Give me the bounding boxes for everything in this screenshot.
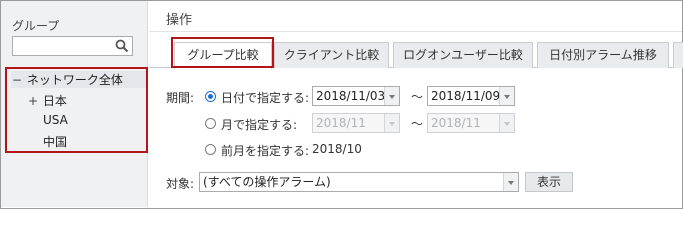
show-button[interactable]: 表示 bbox=[525, 172, 573, 192]
tab-logon-user-compare[interactable]: ログオンユーザー比較 bbox=[393, 42, 533, 68]
group-sidebar: グループ − ネットワーク全体 + 日本 USA 中国 bbox=[1, 1, 148, 207]
range-separator: 〜 bbox=[411, 90, 424, 104]
collapse-toggle-icon[interactable]: − bbox=[11, 73, 23, 87]
chevron-down-icon[interactable] bbox=[384, 114, 399, 132]
date-to-value: 2018/11/09 bbox=[431, 89, 501, 103]
tree-item-japan[interactable]: + 日本 bbox=[27, 92, 67, 109]
target-label: 対象: bbox=[166, 177, 195, 191]
chevron-down-icon[interactable] bbox=[384, 87, 399, 105]
tree-item-label: 日本 bbox=[42, 94, 67, 108]
radio-by-month-label: 月で指定する: bbox=[221, 118, 298, 132]
chevron-down-icon[interactable] bbox=[503, 173, 518, 191]
tree-item-china[interactable]: 中国 bbox=[43, 133, 67, 150]
selected-tab-highlight bbox=[171, 37, 274, 68]
operation-panel: 操作 グループ比較 クライアント比較 ログオンユーザー比較 日付別アラーム推移 … bbox=[149, 1, 683, 207]
month-to-value: 2018/11 bbox=[431, 116, 481, 130]
radio-by-month[interactable] bbox=[205, 118, 216, 129]
tree-item-label: 中国 bbox=[43, 135, 68, 149]
page-title: 操作 bbox=[166, 13, 193, 28]
radio-previous-month-label: 前月を指定する: bbox=[221, 144, 310, 158]
group-search-input[interactable] bbox=[12, 36, 133, 56]
date-from-select[interactable]: 2018/11/03 bbox=[312, 86, 400, 106]
tree-item-usa[interactable]: USA bbox=[43, 113, 68, 127]
month-to-select[interactable]: 2018/11 bbox=[427, 113, 515, 133]
month-from-select[interactable]: 2018/11 bbox=[312, 113, 400, 133]
radio-by-date-label: 日付で指定する: bbox=[221, 91, 310, 105]
group-tree: − ネットワーク全体 + 日本 USA 中国 bbox=[5, 67, 148, 153]
radio-by-date[interactable] bbox=[205, 91, 216, 102]
previous-month-value: 2018/10 bbox=[312, 142, 362, 156]
radio-previous-month[interactable] bbox=[205, 144, 216, 155]
expand-toggle-icon[interactable]: + bbox=[27, 94, 39, 108]
tree-item-label: ネットワーク全体 bbox=[26, 73, 123, 87]
target-value: (すべての操作アラーム) bbox=[203, 175, 331, 189]
tree-item-network-all[interactable]: − ネットワーク全体 bbox=[11, 71, 146, 88]
chevron-down-icon[interactable] bbox=[499, 114, 514, 132]
sidebar-title: グループ bbox=[12, 19, 60, 33]
date-to-select[interactable]: 2018/11/09 bbox=[427, 86, 515, 106]
tab-client-compare[interactable]: クライアント比較 bbox=[274, 42, 389, 68]
tab-daily-alarm-trend[interactable]: 日付別アラーム推移 bbox=[537, 42, 669, 68]
month-from-value: 2018/11 bbox=[316, 116, 366, 130]
search-icon[interactable] bbox=[115, 39, 129, 53]
tab-more[interactable] bbox=[673, 42, 683, 68]
chevron-down-icon[interactable] bbox=[499, 87, 514, 105]
date-from-value: 2018/11/03 bbox=[316, 89, 386, 103]
period-label: 期間: bbox=[166, 91, 195, 105]
target-select[interactable]: (すべての操作アラーム) bbox=[199, 172, 519, 192]
tree-item-label: USA bbox=[43, 113, 68, 127]
range-separator: 〜 bbox=[411, 117, 424, 131]
